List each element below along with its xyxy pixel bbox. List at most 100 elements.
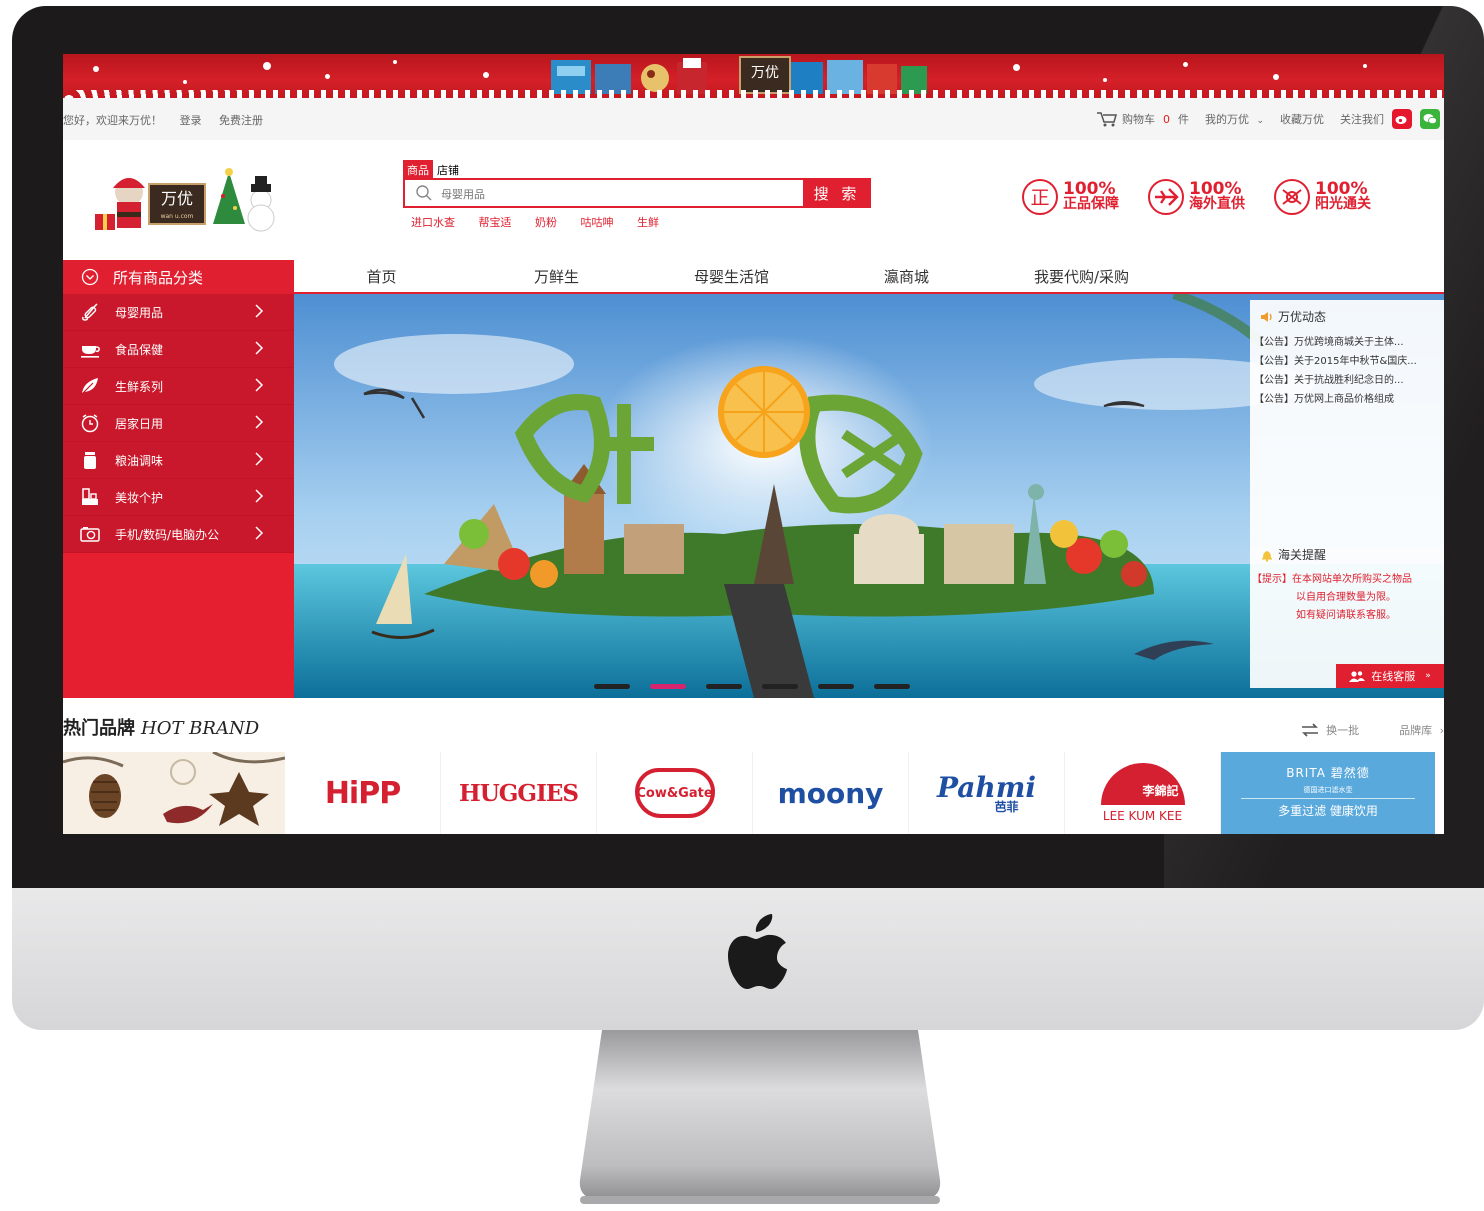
category-label: 生鲜系列 xyxy=(115,379,164,394)
register-link[interactable]: 免费注册 xyxy=(219,114,263,127)
cart-icon xyxy=(1096,112,1117,127)
brand-library-link[interactable]: 品牌库 › xyxy=(1379,722,1444,738)
svg-text:正: 正 xyxy=(1030,187,1049,209)
brand-cowgate-logo: Cow&Gate xyxy=(636,785,713,801)
news-item[interactable]: 【公告】关于抗战胜利纪念日的... xyxy=(1250,369,1444,388)
search-tab-goods[interactable]: 商品 xyxy=(403,160,433,180)
all-categories-button[interactable]: 所有商品分类 xyxy=(63,260,294,294)
carousel-dot[interactable] xyxy=(706,684,742,689)
clock-icon xyxy=(81,414,99,433)
category-item[interactable]: 手机/数码/电脑办公 xyxy=(63,516,294,553)
brand-hipp-logo: HiPP xyxy=(324,775,401,811)
main-nav: 所有商品分类 首页 万鲜生 母婴生活馆 瀛商城 我要代购/采购 xyxy=(63,260,1444,294)
brita-name: BRITA 碧然德 xyxy=(1286,766,1370,780)
logo-sub: wan u.com xyxy=(161,213,194,220)
brand-pahmi[interactable]: Pahmi 芭菲 xyxy=(909,752,1065,834)
online-service-button[interactable]: 在线客服 » xyxy=(1336,664,1444,688)
category-item[interactable]: 美妆个护 xyxy=(63,479,294,516)
follow-label: 关注我们 xyxy=(1340,113,1384,126)
search-icon xyxy=(416,185,432,201)
brand-brita[interactable]: BRITA 碧然德 德国进口滤水壶 多重过滤 健康饮用 xyxy=(1221,752,1435,834)
logo-text: 万优 xyxy=(161,189,193,208)
guarantee-percent: 100% xyxy=(1189,179,1242,199)
double-chevron-icon: » xyxy=(1425,671,1431,681)
login-link[interactable]: 登录 xyxy=(180,114,202,127)
nav-item-fresh[interactable]: 万鲜生 xyxy=(469,260,644,294)
customs-line: 【提示】在本网站单次所购买之物品 xyxy=(1252,574,1412,585)
refresh-icon xyxy=(1302,723,1319,737)
guarantee-percent: 100% xyxy=(1063,179,1116,199)
hotword-link[interactable]: 奶粉 xyxy=(535,216,557,229)
news-list: 【公告】万优跨境商城关于主体... 【公告】关于2015年中秋节&国庆... 【… xyxy=(1250,331,1444,407)
brita-sub: 德国进口滤水壶 xyxy=(1241,785,1415,799)
banner-logo: 万优 xyxy=(739,56,791,94)
my-account-label: 我的万优 xyxy=(1204,113,1249,126)
cart-link[interactable]: 购物车 0 件 xyxy=(1096,111,1189,127)
hotword-link[interactable]: 帮宝适 xyxy=(479,216,512,229)
refresh-label: 换一批 xyxy=(1326,724,1360,737)
brand-leekumkee[interactable]: 李錦記 LEE KUM KEE xyxy=(1065,752,1221,834)
category-item[interactable]: 母婴用品 xyxy=(63,294,294,331)
nav-item-home[interactable]: 首页 xyxy=(294,260,469,294)
carousel-dot[interactable] xyxy=(762,684,798,689)
news-item[interactable]: 【公告】万优网上商品价格组成 xyxy=(1250,388,1444,407)
brand-cowgate[interactable]: Cow&Gate xyxy=(597,752,753,834)
chevron-right-icon xyxy=(255,378,264,392)
brand-huggies[interactable]: HUGGIES xyxy=(441,752,597,834)
hotword-link[interactable]: 咕咕呻 xyxy=(581,216,614,229)
news-item[interactable]: 【公告】万优跨境商城关于主体... xyxy=(1250,331,1444,350)
all-categories-label: 所有商品分类 xyxy=(113,268,204,287)
cosmetics-icon xyxy=(82,488,98,505)
cup-icon xyxy=(81,346,100,358)
carousel-dot[interactable] xyxy=(650,684,686,689)
wechat-icon[interactable] xyxy=(1420,109,1440,129)
search-box: 搜 索 xyxy=(403,178,871,208)
favorite-link[interactable]: 收藏万优 xyxy=(1280,111,1324,127)
news-side-panel: 万优动态 【公告】万优跨境商城关于主体... 【公告】关于2015年中秋节&国庆… xyxy=(1250,300,1444,688)
news-item[interactable]: 【公告】关于2015年中秋节&国庆... xyxy=(1250,350,1444,369)
baby-bottle-icon xyxy=(82,303,98,321)
nav-item-purchase[interactable]: 我要代购/采购 xyxy=(994,260,1169,294)
brand-hipp[interactable]: HiPP xyxy=(285,752,441,834)
category-label: 美妆个护 xyxy=(115,490,164,505)
carousel-dot[interactable] xyxy=(818,684,854,689)
brand-moony[interactable]: moony xyxy=(753,752,909,834)
search-button[interactable]: 搜 索 xyxy=(803,178,871,208)
hotword-link[interactable]: 进口水查 xyxy=(411,216,455,229)
chevron-right-icon xyxy=(255,304,264,318)
cart-unit: 件 xyxy=(1177,113,1189,126)
customs-title: 海关提醒 xyxy=(1278,548,1327,562)
guarantee-genuine: 正 100% 正品保障 xyxy=(1021,178,1119,216)
search-input[interactable] xyxy=(441,184,791,204)
cart-label: 购物车 xyxy=(1121,113,1155,126)
category-label: 食品保健 xyxy=(115,342,164,357)
site-header: 万优 wan u.com 商品 店铺 搜 索 进口水查 帮宝适 xyxy=(63,140,1444,260)
category-item[interactable]: 生鲜系列 xyxy=(63,368,294,405)
genuine-icon: 正 xyxy=(1022,179,1058,215)
category-sidebar: 母婴用品 食品保健 生鲜系列 居家日用 粮油调味 美妆个护 手机/数码/电脑办公 xyxy=(63,294,294,698)
category-label: 手机/数码/电脑办公 xyxy=(115,527,220,542)
leaf-icon xyxy=(81,378,98,395)
brand-logos: HiPP HUGGIES Cow&Gate moony Pahmi 芭菲 李錦記 xyxy=(63,752,1444,834)
hotword-link[interactable]: 生鲜 xyxy=(637,216,659,229)
carousel-dot[interactable] xyxy=(594,684,630,689)
brita-slogan: 多重过滤 健康饮用 xyxy=(1278,804,1378,818)
nav-item-baby[interactable]: 母婴生活馆 xyxy=(644,260,819,294)
bell-icon xyxy=(1262,550,1272,562)
refresh-brands-button[interactable]: 换一批 xyxy=(1300,722,1359,738)
christmas-banner[interactable]: 万优 xyxy=(63,54,1444,98)
carousel-dots xyxy=(594,684,930,689)
weibo-icon[interactable] xyxy=(1392,109,1412,129)
carousel-dot[interactable] xyxy=(874,684,910,689)
search-tab-shops[interactable]: 店铺 xyxy=(433,160,463,180)
guarantee-label: 阳光通关 xyxy=(1315,196,1371,212)
greeting-text: 您好，欢迎来万优！ xyxy=(63,114,162,127)
chevron-down-icon: ⌄ xyxy=(1256,116,1264,126)
my-account-menu[interactable]: 我的万优 ⌄ xyxy=(1205,111,1264,127)
category-item[interactable]: 居家日用 xyxy=(63,405,294,442)
jar-icon xyxy=(84,452,96,469)
category-item[interactable]: 食品保健 xyxy=(63,331,294,368)
category-item[interactable]: 粮油调味 xyxy=(63,442,294,479)
wanyou-logo[interactable]: 万优 wan u.com xyxy=(89,162,289,234)
nav-item-mall[interactable]: 瀛商城 xyxy=(819,260,994,294)
